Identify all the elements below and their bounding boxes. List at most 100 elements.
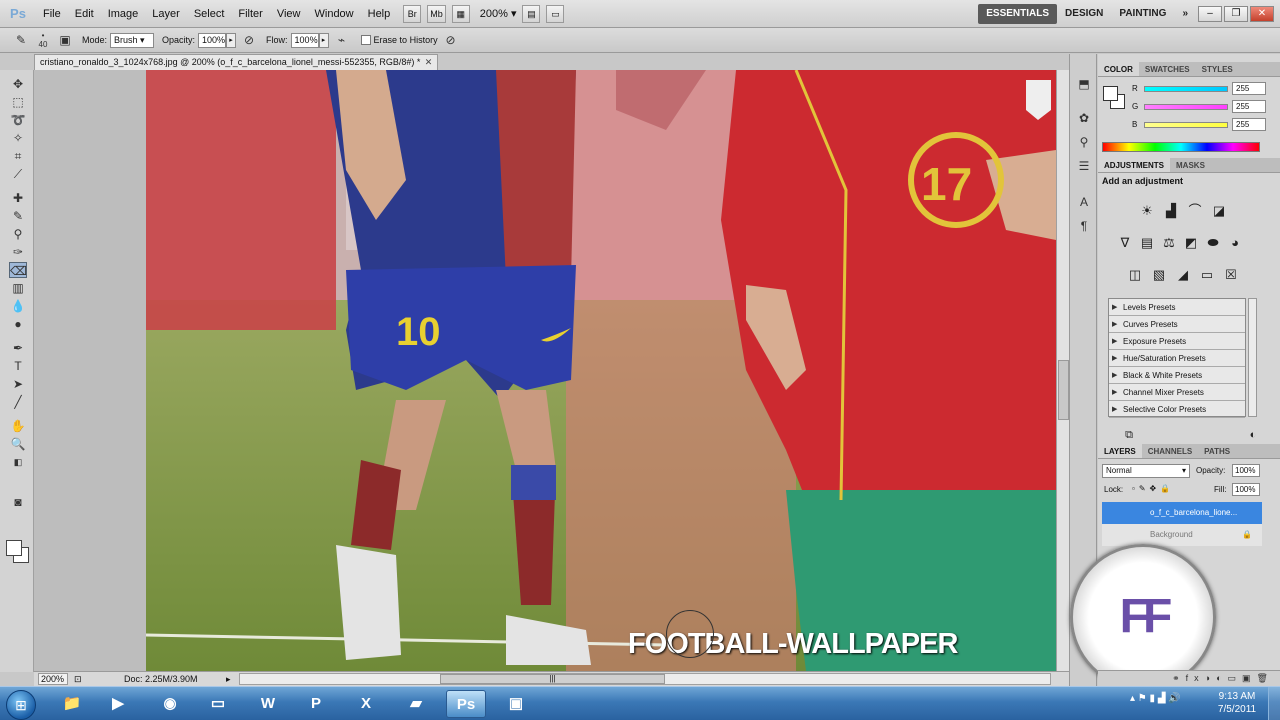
mini-bridge-icon[interactable]: ⬒: [1076, 76, 1092, 92]
show-desktop-button[interactable]: [1268, 687, 1280, 720]
document-info[interactable]: Doc: 2.25M/3.90M: [124, 672, 198, 686]
workspace-painting[interactable]: PAINTING: [1111, 4, 1174, 24]
brush-presets-icon[interactable]: ✿: [1076, 110, 1092, 126]
explorer-taskbar-icon[interactable]: 📁: [52, 690, 92, 718]
black-white-icon[interactable]: ◩: [1182, 234, 1200, 252]
character-icon[interactable]: A: [1076, 194, 1092, 210]
crop-tool-icon[interactable]: ⌗: [9, 148, 27, 164]
levels-icon[interactable]: ▟: [1162, 202, 1180, 220]
shape-tool-icon[interactable]: ╱: [9, 394, 27, 410]
flow-field[interactable]: 100%: [290, 32, 319, 48]
close-document-icon[interactable]: ✕: [423, 57, 434, 68]
layers-footer-icons[interactable]: ⚭fx◑◐▭▣🗑: [1098, 670, 1280, 686]
presets-menu-icon[interactable]: ◐: [1244, 426, 1262, 444]
channel-mixer-icon[interactable]: ◕: [1226, 234, 1244, 252]
history-brush-tool-icon[interactable]: ✑: [9, 244, 27, 260]
foreground-color-swatch[interactable]: [6, 540, 22, 556]
gradient-map-icon[interactable]: ▭: [1198, 266, 1216, 284]
menu-image[interactable]: Image: [101, 8, 146, 20]
media-player-taskbar-icon[interactable]: ▶: [98, 690, 138, 718]
move-tool-icon[interactable]: ✥: [9, 76, 27, 92]
brightness-contrast-icon[interactable]: ☀: [1138, 202, 1156, 220]
type-tool-icon[interactable]: T: [9, 358, 27, 374]
zoom-field[interactable]: 200%: [38, 673, 68, 685]
threshold-icon[interactable]: ◢: [1174, 266, 1192, 284]
green-channel-slider[interactable]: G 255: [1102, 100, 1272, 114]
clone-stamp-tool-icon[interactable]: ⚲: [9, 226, 27, 242]
healing-brush-tool-icon[interactable]: ✚: [9, 190, 27, 206]
system-tray-icons[interactable]: ▴ ⚑ ▮ ▟ 🔊: [1130, 693, 1181, 704]
powerpoint-taskbar-icon[interactable]: P: [296, 690, 336, 718]
menu-help[interactable]: Help: [361, 8, 398, 20]
photoshop-taskbar-icon[interactable]: Ps: [446, 690, 486, 718]
history-icon[interactable]: ☰: [1076, 158, 1092, 174]
red-channel-slider[interactable]: R 255: [1102, 82, 1272, 96]
default-colors-icon[interactable]: ◧: [9, 454, 27, 470]
red-slider-bar[interactable]: [1144, 86, 1228, 92]
excel-taskbar-icon[interactable]: X: [346, 690, 386, 718]
zoom-navigator-icon[interactable]: ⊡: [74, 672, 82, 686]
quick-mask-icon[interactable]: ◙: [9, 494, 27, 510]
blue-value-field[interactable]: 255: [1232, 118, 1266, 131]
brush-tool-preset-icon[interactable]: ✎: [12, 31, 30, 49]
posterize-icon[interactable]: ▧: [1150, 266, 1168, 284]
horizontal-scrollbar[interactable]: |||: [239, 673, 1051, 685]
curves-icon[interactable]: ⌒: [1186, 202, 1204, 220]
airbrush-icon[interactable]: ⌁: [333, 31, 351, 49]
paragraph-icon[interactable]: ¶: [1076, 218, 1092, 234]
blur-tool-icon[interactable]: 💧: [9, 298, 27, 314]
preset-selective-color[interactable]: Selective Color Presets: [1109, 401, 1245, 418]
lock-icons[interactable]: ▫✎✥🔒: [1132, 484, 1174, 493]
quick-selection-tool-icon[interactable]: ✧: [9, 130, 27, 146]
erase-history-checkbox[interactable]: [360, 35, 371, 45]
marquee-tool-icon[interactable]: ⬚: [9, 94, 27, 110]
green-value-field[interactable]: 255: [1232, 100, 1266, 113]
preset-hue-saturation[interactable]: Hue/Saturation Presets: [1109, 350, 1245, 367]
tab-color[interactable]: COLOR: [1098, 62, 1139, 76]
word-taskbar-icon[interactable]: W: [248, 690, 288, 718]
workspace-design[interactable]: DESIGN: [1057, 4, 1111, 24]
bridge-button[interactable]: Br: [403, 4, 422, 23]
eyedropper-tool-icon[interactable]: ⟋: [9, 166, 27, 182]
tab-adjustments[interactable]: ADJUSTMENTS: [1098, 158, 1171, 172]
blue-channel-slider[interactable]: B 255: [1102, 118, 1272, 132]
start-button[interactable]: ⊞: [6, 690, 36, 720]
exposure-icon[interactable]: ◪: [1210, 202, 1228, 220]
presets-scrollbar[interactable]: [1248, 298, 1257, 417]
vertical-scroll-thumb[interactable]: [1058, 360, 1069, 420]
hue-saturation-icon[interactable]: ▤: [1138, 234, 1156, 252]
zoom-tool-icon[interactable]: 🔍: [9, 436, 27, 452]
hand-tool-icon[interactable]: ✋: [9, 418, 27, 434]
flow-arrow-icon[interactable]: ▸: [318, 32, 329, 48]
preset-channel-mixer[interactable]: Channel Mixer Presets: [1109, 384, 1245, 401]
tab-layers[interactable]: LAYERS: [1098, 444, 1142, 458]
mode-select[interactable]: Brush ▾: [110, 32, 155, 48]
zoom-level-select[interactable]: 200% ▾: [480, 7, 517, 20]
chrome-taskbar-icon[interactable]: ◉: [150, 690, 190, 718]
pen-tool-icon[interactable]: ✒: [9, 340, 27, 356]
tab-swatches[interactable]: SWATCHES: [1139, 62, 1196, 76]
brush-panel-toggle-icon[interactable]: ▣: [56, 31, 74, 49]
opacity-arrow-icon[interactable]: ▸: [226, 32, 237, 48]
close-button[interactable]: ✕: [1250, 5, 1274, 22]
menu-window[interactable]: Window: [308, 8, 361, 20]
layer-row-background[interactable]: Background: [1102, 524, 1262, 546]
mini-bridge-button[interactable]: Mb: [427, 4, 446, 23]
pressure-size-icon[interactable]: ⊘: [442, 31, 460, 49]
path-selection-tool-icon[interactable]: ➤: [9, 376, 27, 392]
layer-opacity-field[interactable]: 100%: [1232, 464, 1260, 477]
folder-taskbar-icon[interactable]: ▰: [396, 690, 436, 718]
workspace-essentials[interactable]: ESSENTIALS: [978, 3, 1058, 24]
more-workspaces-icon[interactable]: »: [1174, 4, 1196, 24]
arrange-documents-icon[interactable]: ▤: [522, 4, 541, 23]
menu-layer[interactable]: Layer: [145, 8, 187, 20]
selective-color-icon[interactable]: ☒: [1222, 266, 1240, 284]
brush-tool-icon[interactable]: ✎: [9, 208, 27, 224]
invert-icon[interactable]: ◫: [1126, 266, 1144, 284]
document-tab[interactable]: cristiano_ronaldo_3_1024x768.jpg @ 200% …: [34, 54, 438, 70]
blue-slider-bar[interactable]: [1144, 122, 1228, 128]
menu-file[interactable]: File: [36, 8, 68, 20]
dodge-tool-icon[interactable]: ●: [9, 316, 27, 332]
lasso-tool-icon[interactable]: ➰: [9, 112, 27, 128]
menu-view[interactable]: View: [270, 8, 308, 20]
